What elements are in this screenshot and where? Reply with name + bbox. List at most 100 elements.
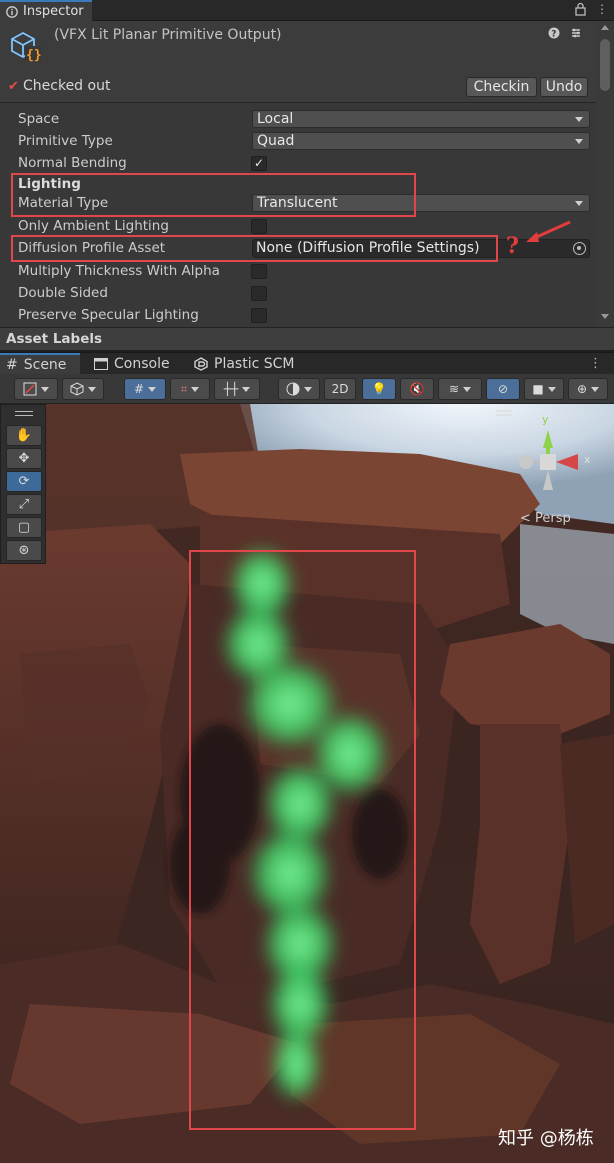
scrollbar-thumb[interactable] xyxy=(600,39,610,91)
primitive-type-dropdown[interactable]: Quad xyxy=(252,132,590,150)
space-label: Space xyxy=(18,111,60,127)
tab-inspector-label: Inspector xyxy=(23,4,84,19)
cube-icon xyxy=(70,382,84,396)
undo-button[interactable]: Undo xyxy=(540,77,588,97)
only-ambient-lighting-toggle[interactable] xyxy=(251,219,267,234)
property-primitive-type: Primitive Type Quad xyxy=(0,130,596,152)
camera-icon: ■ xyxy=(532,382,544,396)
layers-icon: ≋ xyxy=(448,382,460,396)
tab-plastic-scm-label: Plastic SCM xyxy=(214,356,295,372)
scene-tabbar: # Scene Console Plastic SCM ⋮ xyxy=(0,352,614,375)
lightbulb-icon: 💡 xyxy=(371,382,387,396)
snap-icon: ⌗ xyxy=(180,381,188,396)
tab-console[interactable]: Console xyxy=(88,353,176,375)
property-space: Space Local xyxy=(0,108,596,130)
checkin-button[interactable]: Checkin xyxy=(466,77,537,97)
primitive-type-label: Primitive Type xyxy=(18,133,113,149)
render-mode-dropdown[interactable] xyxy=(62,378,104,400)
space-dropdown[interactable]: Local xyxy=(252,110,590,128)
inspector-header: {} (VFX Lit Planar Primitive Output) ? ⋮ xyxy=(0,21,614,71)
effects-dropdown[interactable]: ≋ xyxy=(438,378,482,400)
preserve-specular-toggle[interactable] xyxy=(251,308,267,323)
normal-bending-toggle[interactable]: ✓ xyxy=(251,156,267,171)
normal-bending-label: Normal Bending xyxy=(18,155,127,171)
scene-visibility-toggle[interactable]: ⊘ xyxy=(486,378,520,400)
svg-text:?: ? xyxy=(551,30,556,40)
vfx-asset-icon: {} xyxy=(11,31,42,63)
asset-labels-bar[interactable]: Asset Labels xyxy=(0,327,614,350)
increment-snap-dropdown[interactable]: ┼┼ xyxy=(214,378,260,400)
chevron-down-icon xyxy=(463,386,472,392)
checkmark-icon: ✔ xyxy=(8,79,19,94)
projection-label[interactable]: < Persp xyxy=(520,511,571,526)
chevron-down-icon xyxy=(88,386,96,392)
checked-out-label: Checked out xyxy=(23,78,111,94)
console-icon xyxy=(94,358,108,370)
plastic-scm-icon xyxy=(194,357,208,371)
chevron-down-icon xyxy=(304,386,312,392)
scroll-up-icon[interactable] xyxy=(601,25,609,30)
svg-text:{}: {} xyxy=(26,48,42,63)
chevron-down-icon xyxy=(575,117,583,122)
help-icon[interactable]: ? xyxy=(548,27,560,39)
tab-plastic-scm[interactable]: Plastic SCM xyxy=(188,353,300,375)
lighting-toggle[interactable]: 💡 xyxy=(362,378,396,400)
gizmo-x-label: x xyxy=(584,453,591,466)
mode-2d-toggle[interactable]: 2D xyxy=(324,378,356,400)
scale-tool-icon[interactable]: ⤢ xyxy=(6,494,42,515)
preset-icon[interactable] xyxy=(570,27,582,39)
chevron-down-icon xyxy=(575,139,583,144)
lock-icon[interactable] xyxy=(575,2,586,16)
property-normal-bending: Normal Bending ✓ xyxy=(0,152,596,174)
shading-dropdown[interactable] xyxy=(278,378,320,400)
audio-toggle[interactable]: 🔇 xyxy=(400,378,434,400)
property-multiply-thickness: Multiply Thickness With Alpha xyxy=(0,260,596,282)
rect-tool-icon[interactable]: ▢ xyxy=(6,517,42,538)
only-ambient-lighting-label: Only Ambient Lighting xyxy=(18,218,169,234)
watermark: 知乎 @杨栋 xyxy=(498,1128,594,1149)
sphere-icon xyxy=(286,382,300,396)
object-picker-icon[interactable] xyxy=(573,242,586,255)
chevron-down-icon xyxy=(575,201,583,206)
property-double-sided: Double Sided xyxy=(0,282,596,304)
tab-inspector[interactable]: Inspector xyxy=(0,0,92,21)
tab-console-label: Console xyxy=(114,356,170,372)
kebab-menu-icon[interactable]: ⋮ xyxy=(596,2,608,16)
annotation-box-lighting xyxy=(11,173,416,217)
move-tool-icon[interactable]: ✥ xyxy=(6,448,42,469)
view-tool-hand-icon[interactable]: ✋ xyxy=(6,425,42,446)
annotation-box-diffusion xyxy=(11,235,498,262)
scene-kebab-icon[interactable]: ⋮ xyxy=(589,356,602,371)
gizmos-dropdown[interactable]: ⊕ xyxy=(568,378,608,400)
rotate-tool-icon[interactable]: ⟳ xyxy=(6,471,42,492)
double-sided-toggle[interactable] xyxy=(251,286,267,301)
scroll-down-icon[interactable] xyxy=(601,314,609,319)
multiply-thickness-toggle[interactable] xyxy=(251,264,267,279)
inspector-panel: Inspector ⋮ {} (VFX Lit Planar Primitive… xyxy=(0,0,614,350)
chevron-down-icon xyxy=(591,386,600,392)
chevron-down-icon xyxy=(148,386,157,392)
double-sided-label: Double Sided xyxy=(18,285,108,301)
draw-mode-icon xyxy=(23,382,37,396)
eye-hidden-icon: ⊘ xyxy=(497,382,509,396)
gizmo-y-label: y xyxy=(542,413,549,426)
transform-tool-icon[interactable]: ⊛ xyxy=(6,540,42,561)
grid-icon: # xyxy=(133,382,145,396)
tools-overlay: ✋ ✥ ⟳ ⤢ ▢ ⊛ xyxy=(0,404,46,564)
scene-toolbar: # ⌗ ┼┼ 2D 💡 🔇 ≋ ⊘ ■ ⊕ xyxy=(0,374,614,404)
grid-snap-toggle[interactable]: # xyxy=(124,378,166,400)
multiply-thickness-label: Multiply Thickness With Alpha xyxy=(18,263,220,279)
grid-icon: # xyxy=(6,357,18,373)
annotation-question-mark: ? xyxy=(506,233,519,259)
asset-labels-title: Asset Labels xyxy=(6,331,103,347)
preserve-specular-label: Preserve Specular Lighting xyxy=(18,307,199,323)
inspector-scrollbar[interactable] xyxy=(596,21,614,327)
primitive-type-value: Quad xyxy=(257,133,295,149)
property-preserve-specular: Preserve Specular Lighting xyxy=(0,304,596,326)
tab-scene-label: Scene xyxy=(23,357,67,373)
snap-increment-dropdown[interactable]: ⌗ xyxy=(170,378,210,400)
draw-mode-dropdown[interactable] xyxy=(14,378,58,400)
chevron-down-icon xyxy=(242,386,251,392)
tab-scene[interactable]: # Scene xyxy=(0,353,80,375)
camera-dropdown[interactable]: ■ xyxy=(524,378,564,400)
